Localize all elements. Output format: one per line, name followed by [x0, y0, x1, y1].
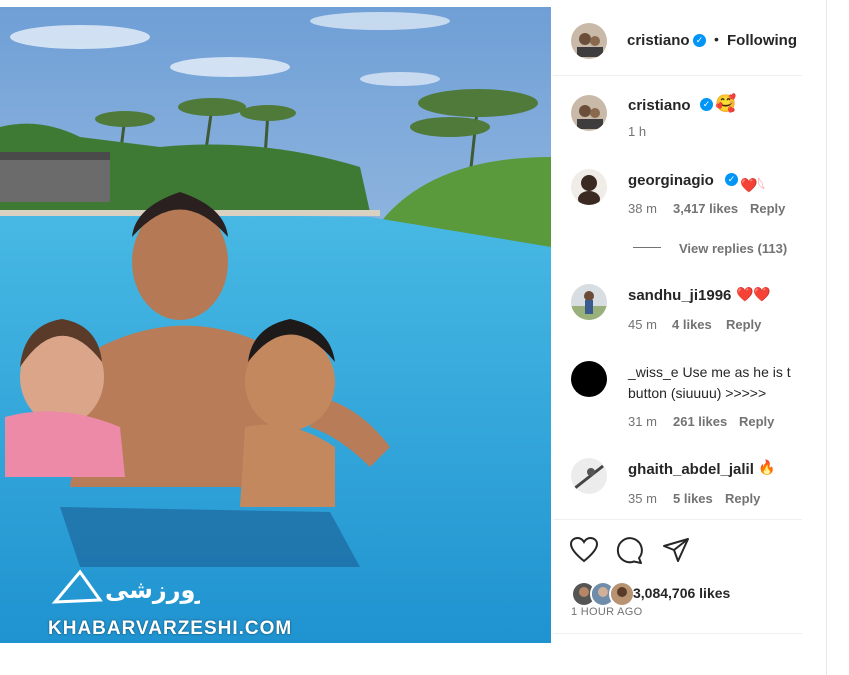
author-avatar[interactable] — [571, 23, 607, 59]
caption-author-avatar[interactable] — [571, 95, 607, 131]
post-photo[interactable] — [0, 7, 551, 643]
likes-count[interactable]: 3,084,706 likes — [633, 585, 730, 601]
comment-username[interactable]: sandhu_ji1996 — [628, 287, 731, 304]
caption-username[interactable]: cristiano — [628, 97, 691, 114]
comment-time: 35 m — [628, 491, 657, 506]
author-username[interactable]: cristiano — [627, 32, 690, 49]
comment-text: 🔥 — [758, 459, 776, 475]
comment-time: 31 m — [628, 414, 657, 429]
comment-text: ❤️𓆩 — [740, 177, 766, 193]
verified-badge-icon: ✓ — [700, 98, 713, 111]
comment-avatar[interactable] — [571, 169, 607, 205]
comment-body: _wiss_e Use me as he is t — [628, 364, 791, 380]
reply-button[interactable]: Reply — [726, 317, 761, 332]
comment-text: ❤️❤️ — [736, 286, 771, 302]
comment-username[interactable]: _wiss_e — [628, 364, 679, 380]
like-heart-icon[interactable] — [569, 536, 599, 568]
caption-time: 1 h — [628, 124, 647, 139]
watermark-logo: خبرورزشی — [51, 569, 200, 604]
posted-time: 1 HOUR AGO — [571, 606, 643, 618]
comment-likes[interactable]: 3,417 likes — [673, 201, 738, 216]
share-send-icon[interactable] — [662, 537, 690, 568]
reply-button[interactable]: Reply — [739, 414, 774, 429]
comment-username[interactable]: georginagio — [628, 172, 714, 189]
follow-separator: • — [714, 31, 719, 47]
post-header: cristiano ✓ • Following — [553, 7, 802, 76]
comment-avatar[interactable] — [571, 284, 607, 320]
comment-likes[interactable]: 261 likes — [673, 414, 727, 429]
watermark-text: KHABARVARZESHI.COM — [48, 618, 293, 639]
verified-badge-icon: ✓ — [693, 34, 706, 47]
comment-time: 45 m — [628, 317, 657, 332]
comment-avatar[interactable] — [571, 361, 607, 397]
comment-username[interactable]: ghaith_abdel_jalil — [628, 461, 754, 478]
view-replies-link[interactable]: View replies (113) — [679, 241, 787, 256]
post-actions: 3,084,706 likes 1 HOUR AGO — [553, 519, 802, 643]
watermark-logo-text: خبرورزشی — [105, 576, 200, 604]
pool-photo-illustration — [0, 7, 551, 643]
comment-time: 38 m — [628, 201, 657, 216]
reply-button[interactable]: Reply — [725, 491, 760, 506]
post-side-panel: cristiano ✓ • Following cristiano ✓ 🥰 1 … — [553, 7, 802, 643]
comment-likes[interactable]: 5 likes — [673, 491, 713, 506]
page-divider — [826, 0, 827, 675]
verified-badge-icon: ✓ — [725, 173, 738, 186]
panel-bottom-divider — [553, 633, 802, 634]
view-replies-line — [633, 247, 661, 248]
comment-text-line2: button (siuuuu) >>>>> — [628, 385, 767, 401]
following-button[interactable]: Following — [727, 32, 797, 49]
liker-avatar[interactable] — [609, 581, 635, 607]
reply-button[interactable]: Reply — [750, 201, 785, 216]
comment-icon[interactable] — [616, 537, 644, 569]
comment-avatar[interactable] — [571, 458, 607, 494]
comment-likes[interactable]: 4 likes — [672, 317, 712, 332]
caption-text: 🥰 — [715, 94, 737, 113]
comment-text: Use me as he is t — [682, 364, 791, 380]
